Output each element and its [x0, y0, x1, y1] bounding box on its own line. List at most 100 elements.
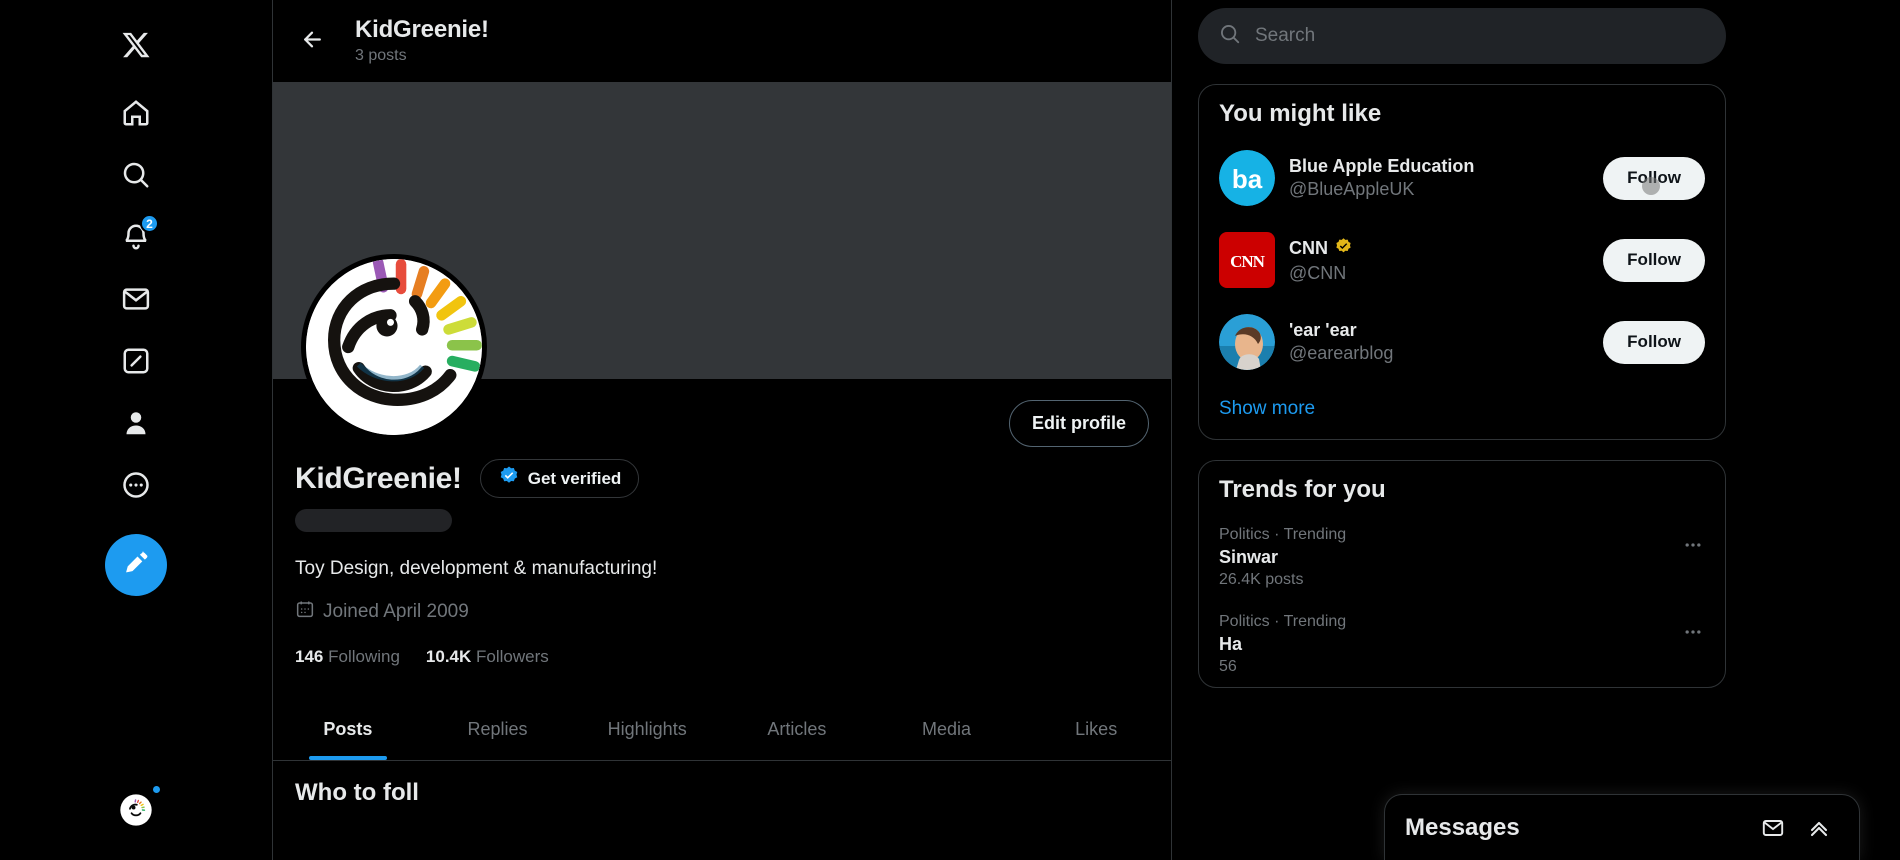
search-box[interactable] [1198, 8, 1726, 64]
edit-profile-button[interactable]: Edit profile [1009, 399, 1149, 447]
sidebar-item-messages[interactable] [105, 268, 167, 330]
profile-tabs: Posts Replies Highlights Articles Media … [273, 699, 1171, 761]
suggestion-name: Blue Apple Education [1289, 156, 1475, 176]
new-message-icon[interactable] [1753, 808, 1793, 848]
follow-button[interactable]: Follow [1603, 320, 1705, 364]
blue-apple-logo: ba [1219, 150, 1275, 206]
profile-main-column: KidGreenie! 3 posts Edit profile KidGree… [272, 0, 1172, 860]
tab-likes[interactable]: Likes [1021, 699, 1171, 760]
more-horizontal-icon[interactable] [1675, 527, 1711, 563]
trend-category: Politics · Trending [1219, 526, 1347, 543]
trend-category: Politics · Trending [1219, 613, 1347, 630]
gold-verified-badge-icon [1334, 237, 1353, 261]
profile-stats: 146 Following 10.4K Followers [295, 647, 1149, 667]
person-icon [121, 408, 151, 438]
tab-media[interactable]: Media [872, 699, 1022, 760]
envelope-icon [121, 284, 151, 314]
suggestion-name-row: CNN [1289, 237, 1589, 261]
suggestion-meta: CNN @CNN [1289, 237, 1589, 284]
tab-posts-label: Posts [323, 719, 373, 739]
suggestion-handle: @CNN [1289, 262, 1347, 283]
tab-replies-label: Replies [467, 719, 528, 739]
you-might-like-card: You might like ba Blue Apple Education @… [1198, 84, 1726, 440]
you-might-like-title: You might like [1219, 100, 1382, 127]
suggestion-name: 'ear 'ear [1289, 320, 1357, 340]
following-count: 146 [295, 647, 324, 666]
follow-button[interactable]: Follow [1603, 156, 1705, 200]
trends-card: Trends for you Politics · Trending Sinwa… [1198, 460, 1726, 688]
top-bar-text-block: KidGreenie! 3 posts [355, 16, 489, 67]
get-verified-button[interactable]: Get verified [479, 459, 640, 498]
compose-post-button[interactable] [105, 534, 167, 596]
tab-articles-label: Articles [767, 719, 827, 739]
cnn-logo: CNN [1219, 232, 1275, 288]
grok-icon [121, 346, 151, 376]
home-icon [121, 98, 151, 128]
suggestion-name-row: 'ear 'ear [1289, 320, 1589, 341]
tab-likes-label: Likes [1075, 719, 1118, 739]
tab-posts[interactable]: Posts [273, 699, 423, 760]
suggestion-meta: Blue Apple Education @BlueAppleUK [1289, 156, 1589, 200]
followers-label: Followers [476, 647, 549, 666]
suggestion-row[interactable]: ba Blue Apple Education @BlueAppleUK Fol… [1199, 137, 1725, 219]
search-icon [121, 160, 151, 190]
suggestion-name-row: Blue Apple Education [1289, 156, 1589, 177]
profile-avatar-image [306, 259, 482, 435]
get-verified-label: Get verified [527, 468, 622, 488]
sidebar-item-grok[interactable] [105, 330, 167, 392]
verified-badge-icon [498, 465, 520, 492]
following-label: Following [328, 647, 400, 666]
feed-section-heading: Who to foll [295, 779, 419, 806]
calendar-icon [295, 599, 315, 625]
search-input[interactable] [1255, 25, 1705, 47]
messages-dock[interactable]: Messages [1384, 794, 1860, 860]
joined-text: Joined April 2009 [323, 601, 469, 622]
following-stat[interactable]: 146 Following [295, 647, 400, 667]
suggestion-meta: 'ear 'ear @earearblog [1289, 320, 1589, 364]
back-arrow-icon [300, 27, 325, 55]
sidebar-item-home[interactable] [105, 82, 167, 144]
suggestion-row[interactable]: 'ear 'ear @earearblog Follow [1199, 301, 1725, 383]
trend-item[interactable]: Politics · Trending Sinwar 26.4K posts [1199, 513, 1725, 600]
trend-name: Ha [1219, 634, 1243, 654]
tab-articles[interactable]: Articles [722, 699, 872, 760]
sidebar-item-profile[interactable] [105, 392, 167, 454]
back-button[interactable] [291, 20, 333, 62]
tab-highlights-label: Highlights [607, 719, 687, 739]
account-avatar[interactable] [108, 782, 164, 838]
x-logo[interactable] [105, 14, 167, 76]
messages-dock-title: Messages [1405, 813, 1520, 841]
show-more-link[interactable]: Show more [1199, 383, 1725, 439]
suggestion-name: CNN [1289, 238, 1328, 258]
page-title: KidGreenie! [355, 15, 489, 43]
profile-details: KidGreenie! Get verified Toy Design, dev… [273, 453, 1171, 667]
sidebar-item-notifications[interactable]: 2 [105, 206, 167, 268]
sidebar-item-explore[interactable] [105, 144, 167, 206]
suggestion-row[interactable]: CNN CNN @CNN Follow [1199, 219, 1725, 301]
more-circle-icon [121, 470, 151, 500]
profile-avatar[interactable] [301, 254, 487, 440]
trends-title: Trends for you [1219, 476, 1386, 503]
profile-bio: Toy Design, development & manufacturing! [295, 558, 658, 579]
follow-button[interactable]: Follow [1603, 238, 1705, 282]
followers-stat[interactable]: 10.4K Followers [426, 647, 549, 667]
compose-post-icon [122, 550, 150, 581]
more-horizontal-icon[interactable] [1675, 614, 1711, 650]
sidebar-item-more[interactable] [105, 454, 167, 516]
suggestion-handle: @BlueAppleUK [1289, 179, 1415, 199]
svg-text:CNN: CNN [1230, 252, 1266, 271]
svg-text:ba: ba [1232, 164, 1263, 194]
tab-highlights[interactable]: Highlights [572, 699, 722, 760]
twitter-profile-page: 2 KidGreenie! 3 posts Edit profile KidGr… [0, 0, 1900, 860]
search-container [1198, 8, 1726, 64]
followers-count: 10.4K [425, 647, 472, 666]
suggestion-handle: @earearblog [1289, 343, 1394, 363]
tab-replies[interactable]: Replies [423, 699, 573, 760]
chevron-up-icon[interactable] [1799, 808, 1839, 848]
trend-item[interactable]: Politics · Trending Ha 56 [1199, 600, 1725, 687]
notifications-badge: 2 [140, 214, 159, 233]
tab-media-label: Media [922, 719, 972, 739]
post-count: 3 posts [355, 46, 407, 64]
profile-name-row: KidGreenie! Get verified [295, 459, 1149, 498]
right-sidebar: You might like ba Blue Apple Education @… [1172, 0, 1900, 860]
